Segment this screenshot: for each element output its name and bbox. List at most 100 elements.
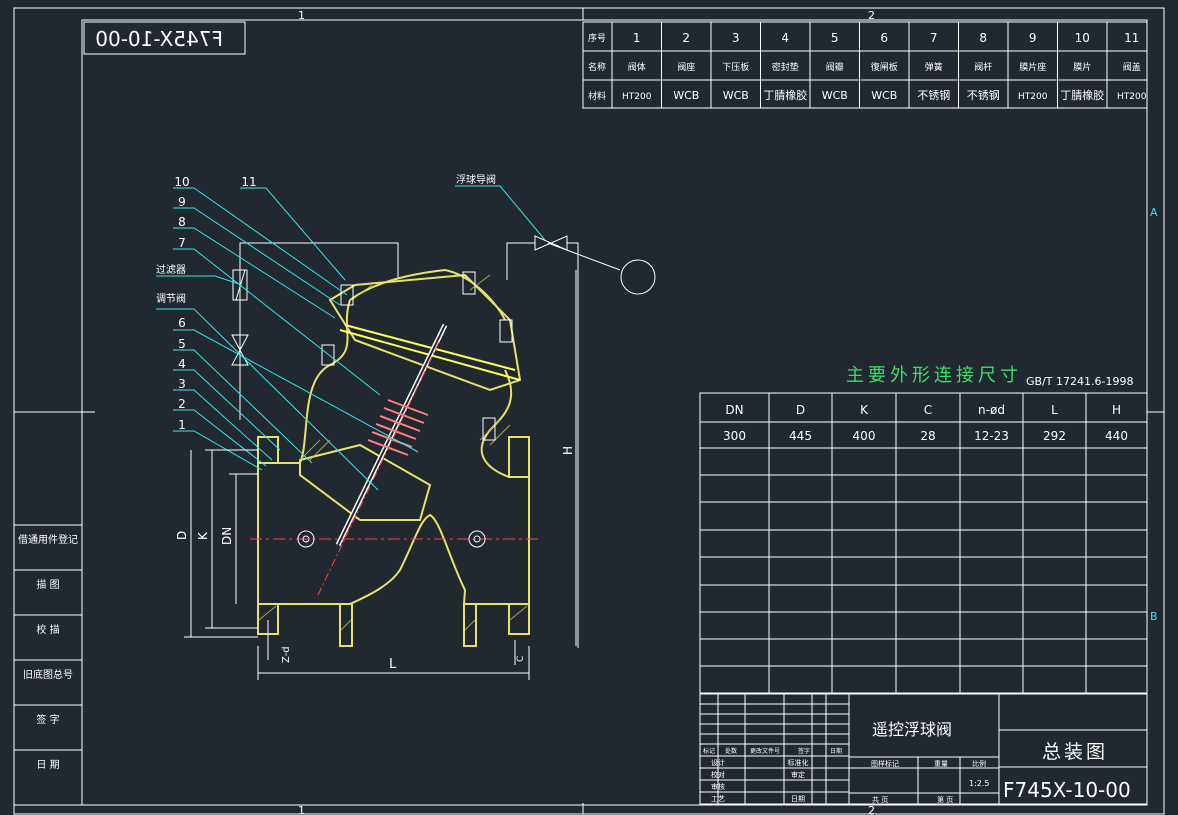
approval-mid-label: 审定 [791,770,805,779]
dims-header: K [860,403,869,417]
side-panel-label: 校 描 [36,623,59,636]
dims-header: L [1051,403,1058,417]
part-name: 阀杆 [974,61,992,73]
dims-value: 440 [1105,429,1128,443]
callout-number: 6 [178,316,186,330]
drawing-canvas: 1 2 1 2 A B F745X-10-00 序号名称材料 1 阀体 HT200 2 阀… [13,7,1165,815]
callout-float-pilot-valve: 浮球导阀 [456,173,496,186]
dim-label-h: H [561,446,575,455]
part-name: 下压板 [722,61,749,73]
parts-row-header: 材料 [588,90,606,102]
dim-label-k: K [196,531,210,540]
dim-label-l: L [389,657,397,672]
dims-value: 292 [1043,429,1066,443]
approval-row-label: 校对 [711,770,725,779]
callout-leaders [156,185,546,491]
scale-value: 1:2.5 [969,779,990,788]
dims-header: H [1112,403,1121,417]
part-name: 阀盖 [1123,61,1141,73]
callout-number: 7 [178,236,186,250]
part-material: HT200 [622,92,652,102]
part-number: 6 [880,31,888,45]
callout-number: 10 [174,175,189,189]
valve-assembly-drawing: 1098765432111过滤器调节阀浮球导阀 HD K DNLZ-d C [156,173,656,680]
scale-label: 比例 [972,759,986,768]
dim-label-dn: DN [220,527,234,545]
part-material: WCB [822,89,848,102]
approval-date-label: 日期 [791,795,805,803]
callout-number: 9 [178,195,186,209]
part-name: 阀体 [628,61,646,73]
part-material: WCB [871,89,897,102]
part-name: 膜片 [1073,61,1091,73]
dims-header: C [924,403,932,417]
dims-header: D [796,403,805,417]
side-panel-label: 日 期 [36,759,59,771]
drawing-code: F745X-10-00 [1003,778,1131,802]
part-material: 丁腈橡胶 [1060,88,1104,102]
part-number: 7 [930,31,938,45]
rev-header: 标记 [703,747,715,755]
side-panel-label: 描 图 [36,578,59,591]
part-material: WCB [673,89,699,102]
dimension-lines [184,270,577,680]
callout-number: 1 [178,418,186,432]
zone-label-top-1: 1 [298,9,305,22]
callout-regulating-valve: 调节阀 [156,292,186,305]
part-number: 1 [633,31,641,45]
part-number: 3 [732,31,740,45]
part-number: 5 [831,31,839,45]
approval-row-label: 设计 [711,758,725,767]
dims-value: 300 [723,429,746,443]
dims-value: 28 [920,429,935,443]
part-number: 2 [682,31,690,45]
part-number: 4 [781,31,789,45]
parts-row-header: 名称 [588,61,606,73]
part-material: 不锈钢 [917,89,950,102]
rev-header: 处数 [725,747,737,755]
callout-filter: 过滤器 [156,263,186,276]
zone-label-top-2: 2 [868,9,875,22]
callout-number: 5 [178,337,186,351]
part-name: 膜片座 [1019,61,1046,73]
dim-label-d: D [175,531,189,540]
part-name: 阀瓣 [826,62,844,73]
dimensions-table: DN 300 D 445 K 400 C 28 n-ød 12-23 L 292 H 440 [699,392,1148,694]
zone-label-bottom-1: 1 [298,804,305,815]
dims-value: 445 [789,429,812,443]
mirrored-drawing-code: F745X-10-00 [95,27,223,51]
callout-number: 3 [178,377,186,391]
drawing-type: 总装图 [1042,741,1108,763]
part-name: 密封垫 [772,61,799,73]
part-material: WCB [723,89,749,102]
callout-number-top: 11 [241,175,256,189]
stage-label: 图样标记 [871,759,899,768]
dim-label-c: C [516,656,526,662]
valve-body [257,268,530,647]
parts-row-header: 序号 [588,32,606,44]
weight-label: 重量 [934,760,948,768]
control-pipework [231,235,656,648]
callout-number: 8 [178,215,186,229]
zone-label-a: A [1150,206,1158,219]
rev-header: 签字 [798,747,810,755]
zone-label-bottom-2: 2 [868,804,875,815]
side-panel-label: 借通用件登记 [18,533,78,546]
approval-mid-label: 标准化 [788,758,809,767]
part-name: 阀座 [677,61,695,73]
dims-header: n-ød [978,403,1005,417]
dims-table-title: 主要外形连接尺寸 [846,365,1022,386]
part-name: 復闸板 [871,61,898,73]
part-material: HT200 [1117,92,1147,102]
part-number: 8 [979,31,987,45]
side-panel-label: 签 字 [36,713,59,726]
callout-number: 2 [178,397,186,411]
part-number: 10 [1075,31,1090,45]
part-name: 弹簧 [925,61,943,73]
part-material: 丁腈橡胶 [763,88,807,102]
part-number: 9 [1029,31,1037,45]
dims-table-standard: GB/T 17241.6-1998 [1026,375,1133,388]
callout-number: 4 [178,357,186,371]
dim-label-z: Z-d [281,646,292,663]
sheets-total: 共 页 [872,795,888,804]
